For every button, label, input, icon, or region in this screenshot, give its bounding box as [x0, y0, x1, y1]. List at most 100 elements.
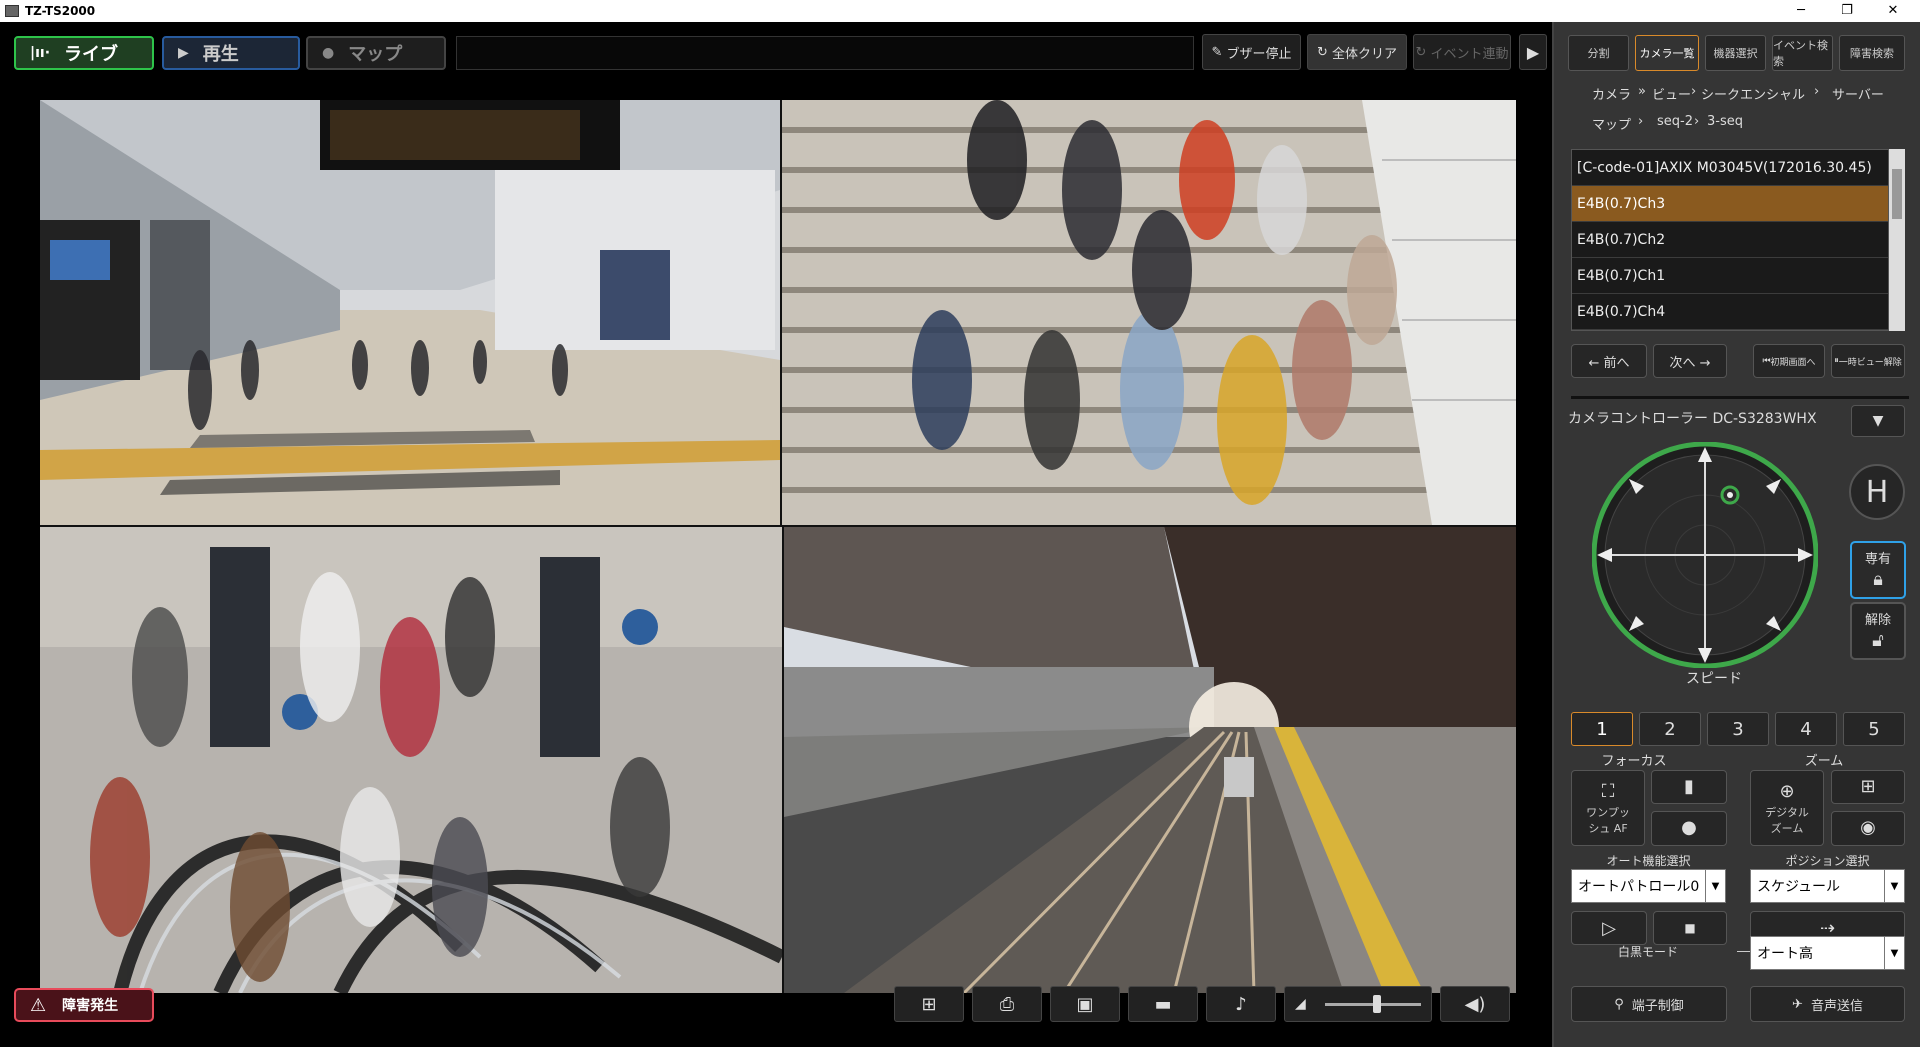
playback-label: 再生	[202, 44, 239, 65]
breadcrumb-seq2[interactable]: seq-2	[1657, 114, 1693, 129]
next-button[interactable]: 次へ →	[1653, 344, 1727, 378]
tab-camera-list[interactable]: カメラ一覧	[1635, 35, 1699, 71]
tab-device-select-label: 機器選択	[1713, 47, 1758, 60]
breadcrumb-sequential[interactable]: シークエンシャル	[1701, 84, 1805, 103]
audio-send-button[interactable]: ✈ 音声送信	[1750, 986, 1905, 1022]
volume-slider-track[interactable]	[1325, 995, 1421, 1013]
speed-1-button[interactable]: 1	[1571, 712, 1633, 746]
snapshot-button[interactable]: ▣	[1050, 986, 1120, 1022]
digital-zoom-button[interactable]: ⊕ デジタル ズーム	[1750, 770, 1824, 846]
speed-4-button[interactable]: 4	[1775, 712, 1837, 746]
speed-2-button[interactable]: 2	[1639, 712, 1701, 746]
breadcrumb-sep-icon: »	[1638, 84, 1646, 99]
prev-button[interactable]: ← 前へ	[1571, 344, 1647, 378]
breadcrumb-view[interactable]: ビュー	[1652, 84, 1691, 103]
camera-view-3[interactable]	[40, 527, 782, 993]
volume-control[interactable]: ◢	[1284, 986, 1432, 1022]
tab-device-select[interactable]: 機器選択	[1705, 35, 1766, 71]
breadcrumb-server[interactable]: サーバー	[1832, 84, 1884, 103]
breadcrumb-map[interactable]: マップ	[1592, 114, 1631, 133]
minimize-button[interactable]: ─	[1778, 0, 1824, 22]
tab-fault-search[interactable]: 障害検索	[1839, 35, 1905, 71]
sidebar-panel: 分割 カメラ一覧 機器選択 イベント検索 障害検索 カメラ » ビュー › シー…	[1552, 22, 1920, 1047]
live-view-area: |ıı· ライブ ▶ 再生 ● マップ ✎ ブザー停止 ↻ 全体クリア ↻ イベ…	[0, 22, 1552, 1047]
map-button[interactable]: ● マップ	[306, 36, 446, 70]
focus-near-button[interactable]: ▮	[1651, 770, 1727, 804]
tab-split[interactable]: 分割	[1568, 35, 1629, 71]
one-push-af-button[interactable]: ⛶ ワンプッシュ AF	[1571, 770, 1645, 846]
home-position-button[interactable]: H	[1849, 464, 1905, 520]
clear-all-button[interactable]: ↻ 全体クリア	[1307, 34, 1407, 70]
camera-list-item[interactable]: [C-code-01]AXIX M03045V(172016.30.45)	[1572, 150, 1888, 186]
tab-event-search[interactable]: イベント検索	[1772, 35, 1833, 71]
focus-far-button[interactable]: ●	[1651, 811, 1727, 846]
speaker-button[interactable]: ◀)	[1440, 986, 1510, 1022]
display-button[interactable]: ▬	[1128, 986, 1198, 1022]
live-button[interactable]: |ıı· ライブ	[14, 36, 154, 70]
breadcrumb-camera[interactable]: カメラ	[1592, 84, 1631, 103]
controller-title: カメラコントローラー DC-S3283WHX	[1568, 411, 1817, 427]
collapse-panel-button[interactable]: ▶	[1519, 34, 1547, 70]
audio-button[interactable]: ♪	[1206, 986, 1276, 1022]
digital-zoom-label: デジタル ズーム	[1765, 805, 1809, 835]
breadcrumb-sep-icon: ›	[1694, 114, 1700, 129]
bw-mode-label: 白黒モード	[1618, 945, 1679, 959]
position-value: スケジュール	[1757, 879, 1841, 895]
bw-mode-value: オート高	[1757, 946, 1813, 962]
camera-view-4[interactable]	[784, 527, 1516, 993]
auto-func-start-button[interactable]: ▷	[1571, 911, 1647, 945]
camera-view-1[interactable]	[40, 100, 780, 525]
speed-label: スピード	[1686, 671, 1742, 687]
camera-list-item[interactable]: E4B(0.7)Ch4	[1572, 294, 1888, 330]
sequence-button[interactable]: ⊞	[894, 986, 964, 1022]
volume-slider-thumb[interactable]	[1373, 995, 1382, 1013]
tab-fault-search-label: 障害検索	[1850, 47, 1894, 60]
event-link-button[interactable]: ↻ イベント連動	[1413, 34, 1511, 70]
breadcrumb-3seq[interactable]: 3-seq	[1707, 114, 1743, 129]
position-select[interactable]: スケジュール ▼	[1750, 869, 1905, 903]
terminal-control-button[interactable]: ⚲ 端子制御	[1571, 986, 1727, 1022]
camera-view-2[interactable]	[782, 100, 1516, 525]
ptz-joystick[interactable]	[1591, 441, 1819, 669]
person-far-icon: ●	[1681, 817, 1697, 838]
sequence-icon: ⊞	[921, 993, 937, 1015]
release-button[interactable]: 解除 🔓︎	[1850, 602, 1906, 660]
live-label: ライブ	[64, 44, 119, 65]
camera-list-item[interactable]: E4B(0.7)Ch3	[1572, 186, 1888, 222]
scrollbar-thumb[interactable]	[1892, 169, 1902, 219]
speaker-icon: ◀)	[1464, 993, 1486, 1015]
buzzer-stop-button[interactable]: ✎ ブザー停止	[1202, 34, 1301, 70]
zoom-tele-button[interactable]: ◉	[1831, 811, 1905, 846]
map-label: マップ	[348, 44, 403, 65]
close-button[interactable]: ✕	[1870, 0, 1916, 22]
bw-mode-select[interactable]: オート高 ▼	[1750, 936, 1905, 970]
alarm-button[interactable]: ⚠ 障害発生	[14, 988, 154, 1022]
auto-func-stop-button[interactable]: ■	[1653, 911, 1727, 945]
print-button[interactable]: ⎙	[972, 986, 1042, 1022]
play-icon: ▶	[178, 45, 189, 61]
controller-dropdown-button[interactable]: ▼	[1851, 405, 1905, 437]
auto-func-select[interactable]: オートパトロール0 ▼	[1571, 869, 1726, 903]
speed-3-button[interactable]: 3	[1707, 712, 1769, 746]
breadcrumb-sep-icon: ›	[1638, 114, 1644, 129]
magnifier-icon: ⊕	[1779, 780, 1795, 802]
playback-button[interactable]: ▶ 再生	[162, 36, 300, 70]
person-near-icon: ▮	[1684, 775, 1694, 797]
initial-view-button[interactable]: ⏮ 初期画面へ	[1753, 344, 1825, 378]
camera-list-scrollbar[interactable]	[1889, 149, 1905, 331]
window-title: TZ-TS2000	[25, 4, 96, 18]
speed-5-button[interactable]: 5	[1843, 712, 1905, 746]
camera-list: [C-code-01]AXIX M03045V(172016.30.45) E4…	[1571, 149, 1889, 331]
exclusive-button[interactable]: 専有 🔒︎	[1850, 541, 1906, 599]
release-view-button[interactable]: ⏸ 一時ビュー解除	[1831, 344, 1905, 378]
camera-list-item[interactable]: E4B(0.7)Ch1	[1572, 258, 1888, 294]
audio-send-label: 音声送信	[1810, 998, 1863, 1014]
camera-list-item[interactable]: E4B(0.7)Ch2	[1572, 222, 1888, 258]
maximize-button[interactable]: ❐	[1824, 0, 1870, 22]
audio-icon: ♪	[1235, 993, 1247, 1015]
chevron-right-icon: ▶	[1526, 42, 1540, 62]
app-logo-icon	[5, 5, 19, 17]
play-circle-icon: ▷	[1602, 917, 1616, 939]
zoom-wide-button[interactable]: ⊞	[1831, 770, 1905, 804]
one-push-af-label: ワンプッシュ AF	[1586, 805, 1630, 835]
